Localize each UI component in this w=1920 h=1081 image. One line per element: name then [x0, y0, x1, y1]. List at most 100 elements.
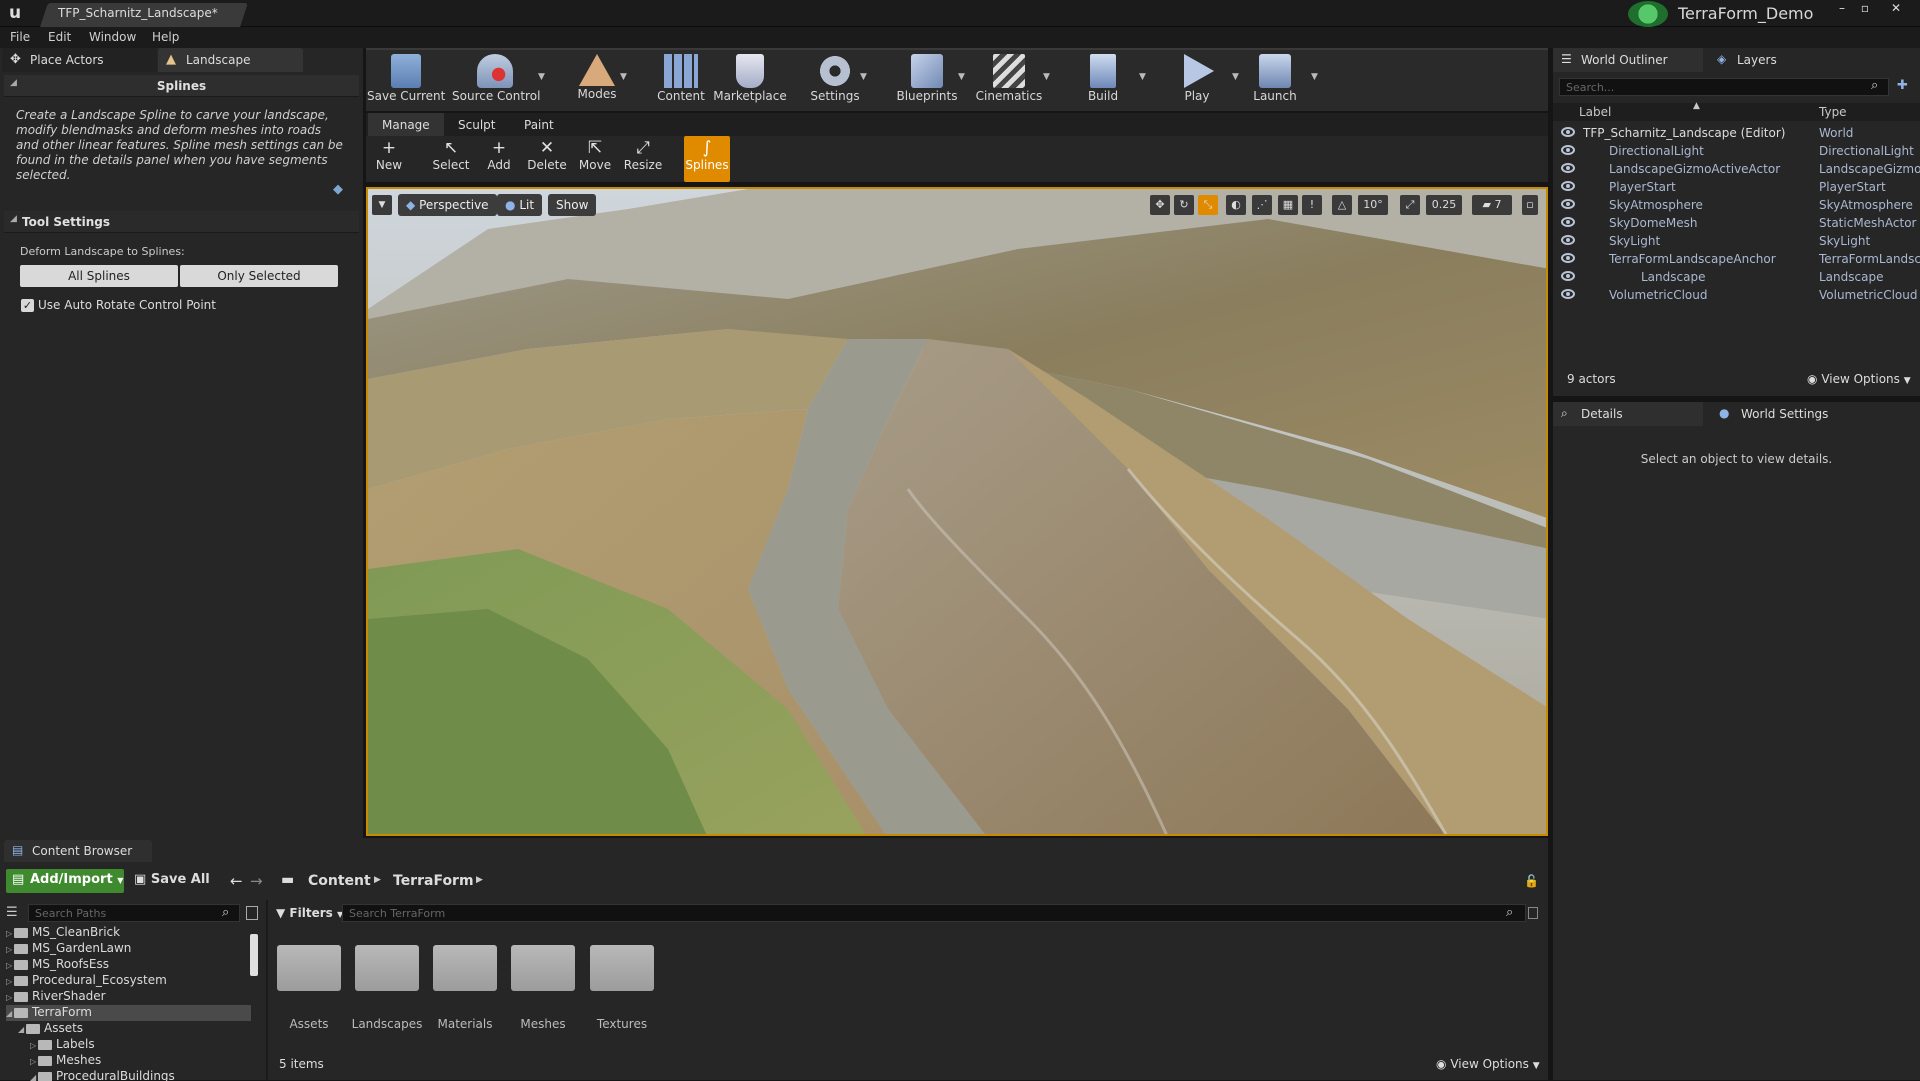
rotation-snap-icon[interactable]: △: [1332, 195, 1352, 215]
breadcrumb-terraform[interactable]: TerraForm: [393, 873, 474, 889]
lit-button[interactable]: ● Lit: [497, 194, 542, 216]
viewport-options-dropdown[interactable]: ▼: [372, 195, 392, 215]
tab-world-outliner[interactable]: ☰ World Outliner: [1553, 48, 1703, 72]
breadcrumb-arrow-icon[interactable]: ▶: [476, 875, 483, 885]
tab-paint[interactable]: Paint: [510, 113, 568, 136]
dropdown-caret-icon[interactable]: ▼: [860, 72, 867, 82]
asset-search-input[interactable]: Search TerraForm: [342, 904, 1526, 922]
grid-snap-icon[interactable]: ▦: [1278, 195, 1298, 215]
tab-content-browser[interactable]: ▤ Content Browser: [4, 840, 152, 862]
visibility-eye-icon[interactable]: [1561, 235, 1575, 245]
dropdown-caret-icon[interactable]: ▼: [958, 72, 965, 82]
tab-details[interactable]: ⌕ Details: [1553, 402, 1703, 426]
add-filter-icon[interactable]: ✚: [1897, 78, 1908, 93]
tree-item-labels[interactable]: ▷Labels: [6, 1037, 251, 1053]
content-button[interactable]: Content: [642, 50, 720, 110]
tab-manage[interactable]: Manage: [368, 113, 444, 136]
dropdown-caret-icon[interactable]: ▼: [1311, 72, 1318, 82]
tree-item-rivershader[interactable]: ▷RiverShader: [6, 989, 251, 1005]
menu-file[interactable]: File: [10, 30, 30, 44]
tab-world-settings[interactable]: ● World Settings: [1709, 402, 1859, 426]
tree-scrollbar[interactable]: [250, 934, 258, 976]
visibility-eye-icon[interactable]: [1561, 127, 1575, 137]
table-row[interactable]: DirectionalLightDirectionalLight: [1553, 142, 1920, 160]
dropdown-caret-icon[interactable]: ▼: [538, 72, 545, 82]
tab-sculpt[interactable]: Sculpt: [444, 113, 509, 136]
forward-arrow-icon[interactable]: →: [250, 872, 263, 890]
tab-place-actors[interactable]: ✥ Place Actors: [2, 48, 157, 72]
perspective-button[interactable]: ◆ Perspective: [398, 194, 497, 216]
col-label[interactable]: Label: [1579, 105, 1611, 119]
blueprints-button[interactable]: Blueprints: [888, 50, 966, 110]
translate-icon[interactable]: ✥: [1150, 195, 1170, 215]
lock-icon[interactable]: 🔓: [1524, 874, 1539, 888]
tree-item-ms-roofsess[interactable]: ▷MS_RoofsEss: [6, 957, 251, 973]
tab-landscape[interactable]: ▲ Landscape: [158, 48, 303, 72]
grid-size-value[interactable]: !: [1302, 195, 1322, 215]
col-type[interactable]: Type: [1819, 105, 1847, 119]
maximize-viewport-icon[interactable]: ▫: [1522, 195, 1538, 215]
dropdown-caret-icon[interactable]: ▼: [620, 72, 627, 82]
camera-speed-button[interactable]: ▰ 7: [1472, 195, 1512, 215]
breadcrumb-content[interactable]: Content: [308, 873, 371, 889]
save-search-icon[interactable]: [1528, 907, 1538, 919]
folder-tile-meshes[interactable]: [511, 945, 575, 991]
all-splines-button[interactable]: All Splines: [20, 265, 178, 287]
tree-item-ms-gardenlawn[interactable]: ▷MS_GardenLawn: [6, 941, 251, 957]
visibility-eye-icon[interactable]: [1561, 163, 1575, 173]
rotation-snap-value[interactable]: 10°: [1358, 195, 1388, 215]
path-view-options-icon[interactable]: [246, 906, 258, 920]
tool-settings-header[interactable]: ◢ Tool Settings: [4, 211, 359, 233]
tree-item-assets[interactable]: ◢Assets: [6, 1021, 251, 1037]
tool-delete[interactable]: ✕ Delete: [524, 136, 570, 182]
outliner-view-options[interactable]: ◉ View Options ▼: [1807, 372, 1911, 386]
folder-tile-assets[interactable]: [277, 945, 341, 991]
folder-tile-materials[interactable]: [433, 945, 497, 991]
table-row[interactable]: SkyDomeMeshStaticMeshActor: [1553, 214, 1920, 232]
only-selected-button[interactable]: Only Selected: [180, 265, 338, 287]
tree-item-ms-cleanbrick[interactable]: ▷MS_CleanBrick: [6, 925, 251, 941]
tab-layers[interactable]: ◈ Layers: [1709, 48, 1849, 72]
cinematics-button[interactable]: Cinematics: [970, 50, 1048, 110]
table-row[interactable]: VolumetricCloudVolumetricCloud: [1553, 286, 1920, 304]
auto-rotate-checkbox[interactable]: ✓: [21, 299, 34, 312]
table-row[interactable]: LandscapeGizmoActiveActorLandscapeGizmo: [1553, 160, 1920, 178]
scale-snap-icon[interactable]: ⤢: [1400, 195, 1420, 215]
table-row[interactable]: SkyAtmosphereSkyAtmosphere: [1553, 196, 1920, 214]
tool-resize[interactable]: ⤢ Resize: [620, 136, 666, 182]
help-icon[interactable]: ◆: [333, 182, 343, 197]
outliner-search-input[interactable]: Search...: [1559, 78, 1889, 96]
tree-item-proceduralbuildings[interactable]: ◢ProceduralBuildings: [6, 1069, 251, 1081]
scale-icon[interactable]: ⤡: [1198, 195, 1218, 215]
tool-move[interactable]: ⇱ Move: [572, 136, 618, 182]
table-row[interactable]: TerraFormLandscapeAnchorTerraFormLandsc: [1553, 250, 1920, 268]
play-button[interactable]: Play: [1158, 50, 1236, 110]
dropdown-caret-icon[interactable]: ▼: [1139, 72, 1146, 82]
tool-add[interactable]: + Add: [476, 136, 522, 182]
add-import-button[interactable]: ▤ Add/Import ▼: [6, 869, 124, 893]
visibility-eye-icon[interactable]: [1561, 199, 1575, 209]
source-control-button[interactable]: Source Control: [452, 50, 538, 110]
save-all-button[interactable]: ▣ Save All: [134, 872, 210, 887]
splines-section-header[interactable]: ◢ Splines: [4, 75, 359, 97]
folder-tile-textures[interactable]: [590, 945, 654, 991]
menu-help[interactable]: Help: [152, 30, 179, 44]
content-view-options[interactable]: ◉ View Options ▼: [1436, 1057, 1540, 1071]
search-paths-input[interactable]: Search Paths: [28, 904, 240, 922]
visibility-eye-icon[interactable]: [1561, 145, 1575, 155]
tree-item-meshes[interactable]: ▷Meshes: [6, 1053, 251, 1069]
filters-button[interactable]: ▼ Filters ▼: [276, 906, 343, 920]
visibility-eye-icon[interactable]: [1561, 217, 1575, 227]
table-row[interactable]: LandscapeLandscape: [1553, 268, 1920, 286]
minimize-button[interactable]: –: [1832, 1, 1852, 16]
level-viewport[interactable]: [366, 187, 1548, 836]
tree-item-terraform[interactable]: ◢TerraForm: [6, 1005, 251, 1021]
table-row[interactable]: PlayerStartPlayerStart: [1553, 178, 1920, 196]
surface-snap-icon[interactable]: ⋰: [1252, 195, 1272, 215]
breadcrumb-arrow-icon[interactable]: ▶: [374, 875, 381, 885]
tree-item-procedural-ecosystem[interactable]: ▷Procedural_Ecosystem: [6, 973, 251, 989]
tool-select[interactable]: ↖ Select: [428, 136, 474, 182]
show-button[interactable]: Show: [548, 194, 596, 216]
marketplace-button[interactable]: Marketplace: [710, 50, 790, 110]
tool-new[interactable]: + New: [366, 136, 412, 182]
